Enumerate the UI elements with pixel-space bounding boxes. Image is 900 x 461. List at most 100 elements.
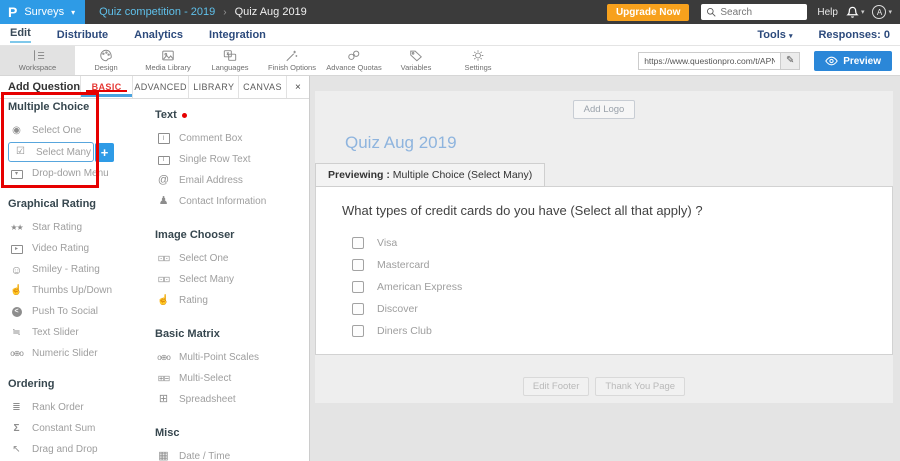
tool-languages[interactable]: Languages [199,46,261,75]
grid-icon: ⊞ [158,393,169,405]
tools-dropdown[interactable]: Tools ▾ [757,29,792,41]
product-switcher[interactable]: P Surveys ▾ [0,0,86,24]
option-discover[interactable]: Discover [352,298,866,320]
qt-spreadsheet[interactable]: ⊞ Spreadsheet [155,389,309,410]
section-text: Text I Comment Box I Single Row Text @ E… [155,109,309,212]
notifications-menu[interactable]: ▾ [846,6,864,19]
tool-workspace[interactable]: Workspace [0,46,75,75]
option-diners-club[interactable]: Diners Club [352,320,866,342]
breadcrumb: Quiz competition - 2019 › Quiz Aug 2019 [85,6,307,18]
breadcrumb-folder[interactable]: Quiz competition - 2019 [99,6,215,18]
image-icon [161,49,175,62]
qt-text-slider[interactable]: ≒ Text Slider [8,322,155,343]
option-mastercard[interactable]: Mastercard [352,254,866,276]
text-input-icon: I [155,154,172,165]
upgrade-now-button[interactable]: Upgrade Now [606,3,690,21]
edit-url-button[interactable]: ✎ [780,51,801,70]
previewing-label: Previewing : Multiple Choice (Select Man… [315,163,546,187]
close-icon: × [295,81,301,93]
qt-numeric-slider[interactable]: o⊕o Numeric Slider [8,343,155,364]
tool-media-library[interactable]: Media Library [137,46,199,75]
checkbox[interactable] [352,303,364,315]
qt-single-row-text[interactable]: I Single Row Text [155,149,309,170]
close-panel-button[interactable]: × [285,76,309,98]
tool-settings[interactable]: Settings [447,46,509,75]
breadcrumb-separator: › [223,6,227,18]
chevron-down-icon: ▾ [71,7,76,17]
qt-image-select-many[interactable]: ⊡⊡ Select Many [155,269,309,290]
qt-email-address[interactable]: @ Email Address [155,170,309,191]
edit-footer-button[interactable]: Edit Footer [522,377,590,396]
tool-variables[interactable]: Variables [385,46,447,75]
qt-select-many[interactable]: ☑ Select Many + [8,142,114,162]
breadcrumb-survey-name: Quiz Aug 2019 [234,6,307,18]
qt-push-to-social[interactable]: < Push To Social [8,301,155,322]
qt-smiley-rating[interactable]: ☺ Smiley - Rating [8,259,155,280]
menu-integration[interactable]: Integration [209,29,266,41]
checkbox[interactable] [352,259,364,271]
survey-footer-actions: Edit Footer Thank You Page [315,377,893,396]
qt-constant-sum[interactable]: Σ Constant Sum [8,418,155,439]
preview-button[interactable]: Preview [814,51,892,71]
qt-star-rating[interactable]: ★★ Star Rating [8,217,155,238]
menu-distribute[interactable]: Distribute [57,29,108,41]
qt-date-time[interactable]: ▦ Date / Time [155,446,309,461]
section-basic-matrix: Basic Matrix o⊕o Multi-Point Scales ⊞⊟ M… [155,328,309,410]
checkbox[interactable] [352,325,364,337]
search-box[interactable] [701,4,808,20]
add-select-many-button[interactable]: + [95,143,114,162]
qt-drag-and-drop[interactable]: ↖ Drag and Drop [8,439,155,460]
qt-multi-select[interactable]: ⊞⊟ Multi-Select [155,368,309,389]
tab-canvas[interactable]: CANVAS [238,76,286,98]
qt-contact-information[interactable]: ♟ Contact Information [155,191,309,212]
section-image-chooser: Image Chooser ⊡⊡ Select One ⊡⊡ Select Ma… [155,229,309,311]
option-american-express[interactable]: American Express [352,276,866,298]
checkbox-icon: ☑ [16,146,25,157]
tab-library[interactable]: LIBRARY [188,76,238,98]
account-menu[interactable]: A ▾ [872,5,892,19]
video-icon: ▸ [8,243,25,254]
checkbox[interactable] [352,237,364,249]
checkbox[interactable] [352,281,364,293]
qt-image-select-one[interactable]: ⊡⊡ Select One [155,248,309,269]
main-menu-bar: Edit Distribute Analytics Integration To… [0,24,900,46]
qt-comment-box[interactable]: I Comment Box [155,128,309,149]
menu-analytics[interactable]: Analytics [134,29,183,41]
section-misc: Misc ▦ Date / Time ⊠ Captcha [155,427,309,461]
option-visa[interactable]: Visa [352,232,866,254]
annotation-dot [181,112,187,118]
tab-advanced[interactable]: ADVANCED [131,76,189,98]
search-icon [707,7,716,17]
comment-box-icon: I [155,133,172,145]
qt-image-rating[interactable]: ☝ Rating [155,290,309,311]
tool-finish-options[interactable]: Finish Options [261,46,323,75]
chevron-down-icon: ▾ [788,32,793,40]
responses-count[interactable]: Responses: 0 [818,29,890,41]
images-icon: ⊡⊡ [157,253,170,263]
qt-dropdown-menu[interactable]: ▾ Drop-down Menu [8,163,155,184]
panel-tabs: Add Question BASIC ADVANCED LIBRARY CANV… [0,76,309,99]
qt-rank-order[interactable]: ≣ Rank Order [8,397,155,418]
survey-title[interactable]: Quiz Aug 2019 [345,133,893,153]
sigma-icon: Σ [13,422,20,434]
thank-you-page-button[interactable]: Thank You Page [595,377,686,396]
menu-edit[interactable]: Edit [10,27,31,43]
section-multiple-choice: Multiple Choice ◉ Select One ☑ Select Ma… [8,101,155,184]
slider-icon: ≒ [12,326,21,338]
tool-design[interactable]: Design [75,46,137,75]
qt-multi-point-scales[interactable]: o⊕o Multi-Point Scales [155,347,309,368]
qt-thumbs-up-down[interactable]: ☝ Thumbs Up/Down [8,280,155,301]
survey-url-input[interactable] [638,51,781,70]
tool-advance-quotas[interactable]: Advance Quotas [323,46,385,75]
search-input[interactable] [720,6,801,18]
surveys-menu-label: Surveys [24,6,65,18]
qt-select-one[interactable]: ◉ Select One [8,120,155,141]
question-types-panel: Add Question BASIC ADVANCED LIBRARY CANV… [0,76,310,461]
qt-video-rating[interactable]: ▸ Video Rating [8,238,155,259]
help-link[interactable]: Help [817,7,838,18]
workspace-icon [31,49,45,62]
tab-basic[interactable]: BASIC [80,76,132,98]
add-logo-button[interactable]: Add Logo [572,100,636,119]
survey-preview-panel: Add Logo Quiz Aug 2019 Previewing : Mult… [310,76,900,461]
rank-list-icon: ≣ [12,401,21,413]
